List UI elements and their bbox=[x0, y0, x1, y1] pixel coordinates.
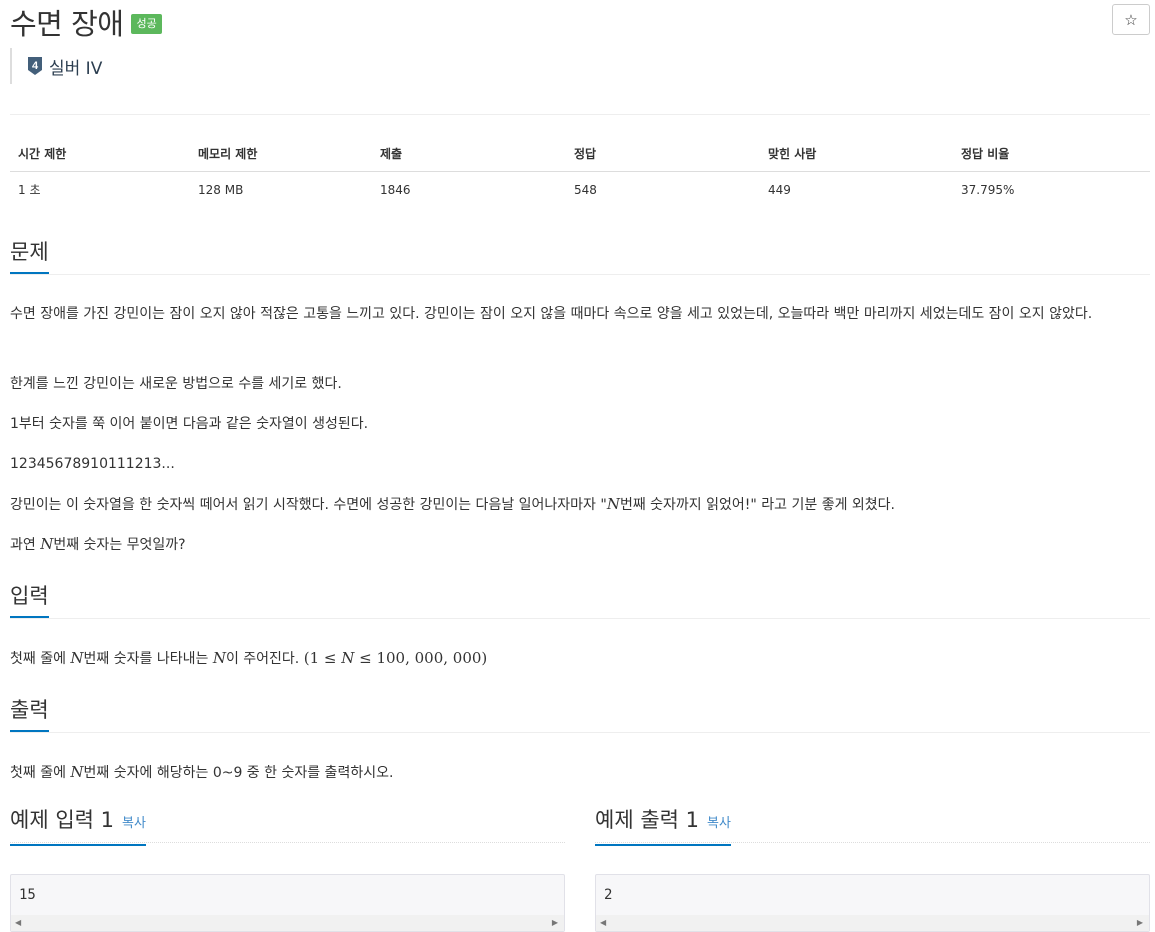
problem-paragraph-6: 과연 N번째 숫자는 무엇일까? bbox=[10, 529, 1150, 560]
scroll-right-icon[interactable]: ▶ bbox=[552, 918, 558, 927]
silver-tier-icon: 4 bbox=[28, 57, 42, 75]
stats-header-row: 시간 제한 메모리 제한 제출 정답 맞힌 사람 정답 비율 bbox=[10, 136, 1150, 172]
scroll-right-icon[interactable]: ▶ bbox=[1137, 918, 1143, 927]
math-range-open: (1 ≤ bbox=[303, 649, 342, 667]
sample-input-block: 예제 입력 1 복사 15 ◀ ▶ bbox=[10, 806, 565, 932]
math-var-n: N bbox=[606, 495, 620, 513]
problem-paragraph-1: 수면 장애를 가진 강민이는 잠이 오지 않아 적잖은 고통을 느끼고 있다. … bbox=[10, 306, 1093, 322]
scroll-left-icon[interactable]: ◀ bbox=[15, 918, 21, 927]
text: 첫째 줄에 bbox=[10, 765, 71, 781]
divider bbox=[10, 114, 1150, 115]
stats-value-row: 1 초 128 MB 1846 548 449 37.795% bbox=[10, 172, 1150, 208]
sample-input-heading-row: 예제 입력 1 복사 bbox=[10, 806, 565, 846]
stats-value: 449 bbox=[768, 182, 791, 197]
output-section-heading: 출력 bbox=[10, 696, 1150, 733]
stats-value: 1 초 bbox=[18, 183, 41, 197]
stats-value: 548 bbox=[574, 182, 597, 197]
stats-header: 맞힌 사람 bbox=[760, 136, 953, 172]
copy-output-button[interactable]: 복사 bbox=[707, 816, 731, 831]
text: 과연 bbox=[10, 537, 41, 553]
sample-output-heading-row: 예제 출력 1 복사 bbox=[595, 806, 1150, 846]
text: 번째 숫자에 해당하는 0~9 중 한 숫자를 출력하시오. bbox=[83, 765, 394, 781]
problem-stats-table: 시간 제한 메모리 제한 제출 정답 맞힌 사람 정답 비율 1 초 128 M… bbox=[10, 136, 1150, 207]
output-paragraph: 첫째 줄에 N번째 숫자에 해당하는 0~9 중 한 숫자를 출력하시오. bbox=[10, 757, 1150, 788]
sample-input-value: 15 bbox=[19, 887, 36, 903]
input-heading: 입력 bbox=[10, 582, 49, 618]
text: 번째 숫자는 무엇일까? bbox=[53, 537, 186, 553]
stats-value: 37.795% bbox=[961, 182, 1015, 197]
tier-info: 4 실버 IV bbox=[10, 48, 102, 84]
stats-header: 메모리 제한 bbox=[190, 136, 372, 172]
stats-value: 128 MB bbox=[198, 182, 244, 197]
text: 번째 숫자까지 읽었어!" 라고 기분 좋게 외쳤다. bbox=[619, 497, 895, 513]
problem-paragraph-2: 한계를 느낀 강민이는 새로운 방법으로 수를 세기로 했다. bbox=[10, 376, 342, 392]
stats-header: 제출 bbox=[372, 136, 566, 172]
horizontal-scrollbar[interactable]: ◀ ▶ bbox=[596, 915, 1149, 931]
status-badge: 성공 bbox=[131, 14, 162, 34]
input-paragraph: 첫째 줄에 N번째 숫자를 나타내는 N이 주어진다. (1 ≤ N ≤ 100… bbox=[10, 643, 1150, 674]
stats-value: 1846 bbox=[380, 182, 411, 197]
star-icon: ☆ bbox=[1124, 10, 1138, 29]
tier-label[interactable]: 실버 IV bbox=[49, 54, 102, 79]
math-var-n: N bbox=[70, 763, 84, 781]
title-row: 수면 장애 성공 bbox=[10, 4, 162, 41]
math-var-n: N bbox=[341, 649, 355, 667]
text: 첫째 줄에 bbox=[10, 651, 71, 667]
problem-paragraph-3: 1부터 숫자를 쭉 이어 붙이면 다음과 같은 숫자열이 생성된다. bbox=[10, 416, 369, 432]
favorite-button[interactable]: ☆ bbox=[1112, 4, 1150, 35]
tier-number: 4 bbox=[32, 60, 39, 72]
sample-input-title: 예제 입력 1 bbox=[10, 808, 114, 832]
math-range-close: ≤ 100, 000, 000) bbox=[354, 649, 488, 667]
sample-output-value: 2 bbox=[604, 887, 613, 903]
text: 번째 숫자를 나타내는 bbox=[83, 651, 213, 667]
output-heading: 출력 bbox=[10, 696, 49, 732]
math-var-n: N bbox=[70, 649, 84, 667]
text: 강민이는 이 숫자열을 한 숫자씩 떼어서 읽기 시작했다. 수면에 성공한 강… bbox=[10, 497, 607, 513]
input-section-heading: 입력 bbox=[10, 582, 1150, 619]
problem-heading: 문제 bbox=[10, 238, 49, 274]
math-var-n: N bbox=[212, 649, 226, 667]
problem-paragraph-5: 강민이는 이 숫자열을 한 숫자씩 떼어서 읽기 시작했다. 수면에 성공한 강… bbox=[10, 489, 1150, 520]
scroll-left-icon[interactable]: ◀ bbox=[600, 918, 606, 927]
problem-paragraph-4: 12345678910111213... bbox=[10, 456, 175, 472]
stats-header: 시간 제한 bbox=[10, 136, 190, 172]
problem-title: 수면 장애 bbox=[10, 7, 124, 41]
sample-output-title: 예제 출력 1 bbox=[595, 808, 699, 832]
stats-header: 정답 bbox=[566, 136, 760, 172]
horizontal-scrollbar[interactable]: ◀ ▶ bbox=[11, 915, 564, 931]
copy-input-button[interactable]: 복사 bbox=[122, 816, 146, 831]
sample-output-heading: 예제 출력 1 복사 bbox=[595, 806, 731, 846]
text: 이 주어진다. bbox=[225, 651, 304, 667]
problem-section-heading: 문제 bbox=[10, 238, 1150, 275]
sample-output-block: 예제 출력 1 복사 2 ◀ ▶ bbox=[595, 806, 1150, 932]
sample-input-heading: 예제 입력 1 복사 bbox=[10, 806, 146, 846]
sample-input-box[interactable]: 15 ◀ ▶ bbox=[10, 874, 565, 932]
sample-output-box[interactable]: 2 ◀ ▶ bbox=[595, 874, 1150, 932]
stats-header: 정답 비율 bbox=[953, 136, 1150, 172]
math-var-n: N bbox=[40, 535, 54, 553]
